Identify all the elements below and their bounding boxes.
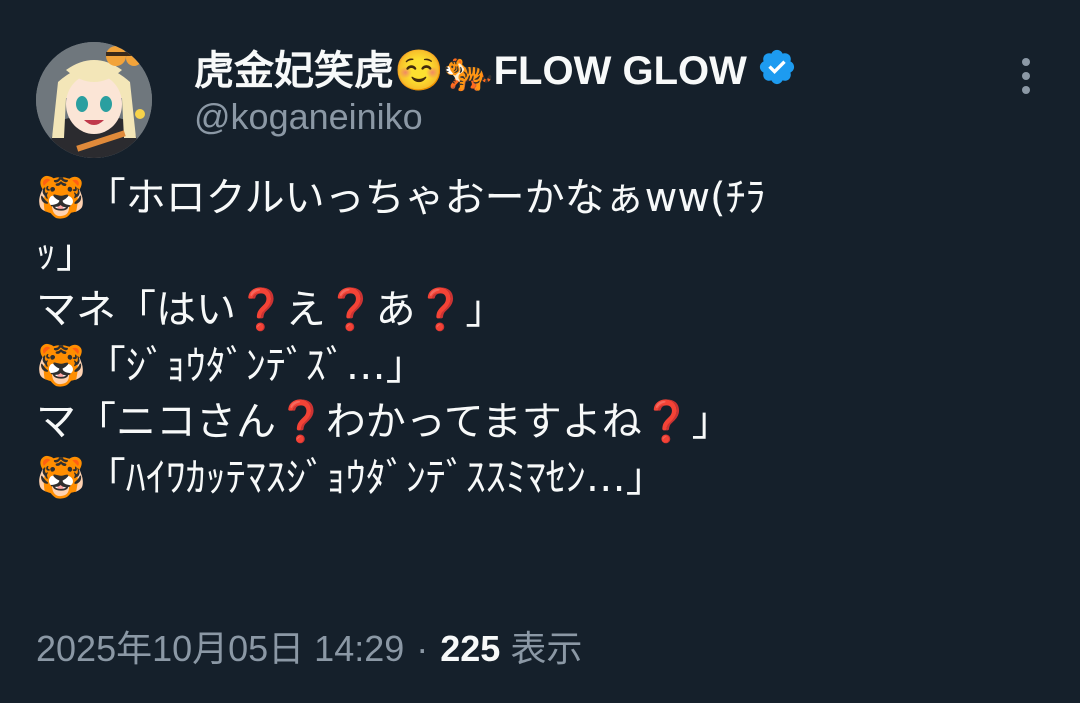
meta-separator: · [416, 628, 429, 669]
more-vertical-icon [1022, 58, 1030, 94]
tweet-header: 虎金妃笑虎☺️🐅FLOW GLOW @koganeiniko [36, 42, 1046, 158]
tweet-line-2: ｯ」 [36, 231, 96, 277]
tweet-line-3: マネ「はい❓え❓あ❓」 [36, 287, 506, 333]
views-count[interactable]: 225 [440, 628, 500, 669]
views-label: 表示 [510, 628, 583, 669]
name-row: 虎金妃笑虎☺️🐅FLOW GLOW [194, 42, 797, 93]
tweet-line-4: 🐯「ｼﾞｮｳﾀﾞﾝﾃﾞｽﾞ…」 [36, 343, 426, 389]
avatar[interactable] [36, 42, 152, 158]
more-options-button[interactable] [1006, 56, 1046, 96]
tweet-line-6: 🐯「ﾊｲﾜｶｯﾃﾏｽｼﾞｮｳﾀﾞﾝﾃﾞｽｽﾐﾏｾﾝ…」 [36, 455, 666, 501]
tweet-line-1: 🐯「ホロクルいっちゃおーかなぁww(ﾁﾗ [36, 175, 766, 221]
user-handle[interactable]: @koganeiniko [194, 96, 423, 138]
tweet-line-5: マ「ニコさん❓わかってますよね❓」 [36, 399, 732, 445]
tweet-timestamp[interactable]: 2025年10月05日 14:29 [36, 620, 404, 672]
tweet-text: 🐯「ホロクルいっちゃおーかなぁww(ﾁﾗ ｯ」 マネ「はい❓え❓あ❓」 🐯「ｼﾞ… [36, 170, 1046, 506]
display-name[interactable]: 虎金妃笑虎☺️🐅FLOW GLOW [194, 38, 747, 96]
tweet-meta: 2025年10月05日 14:29 · 225 表示 [36, 620, 582, 672]
verified-badge-icon [757, 47, 797, 87]
